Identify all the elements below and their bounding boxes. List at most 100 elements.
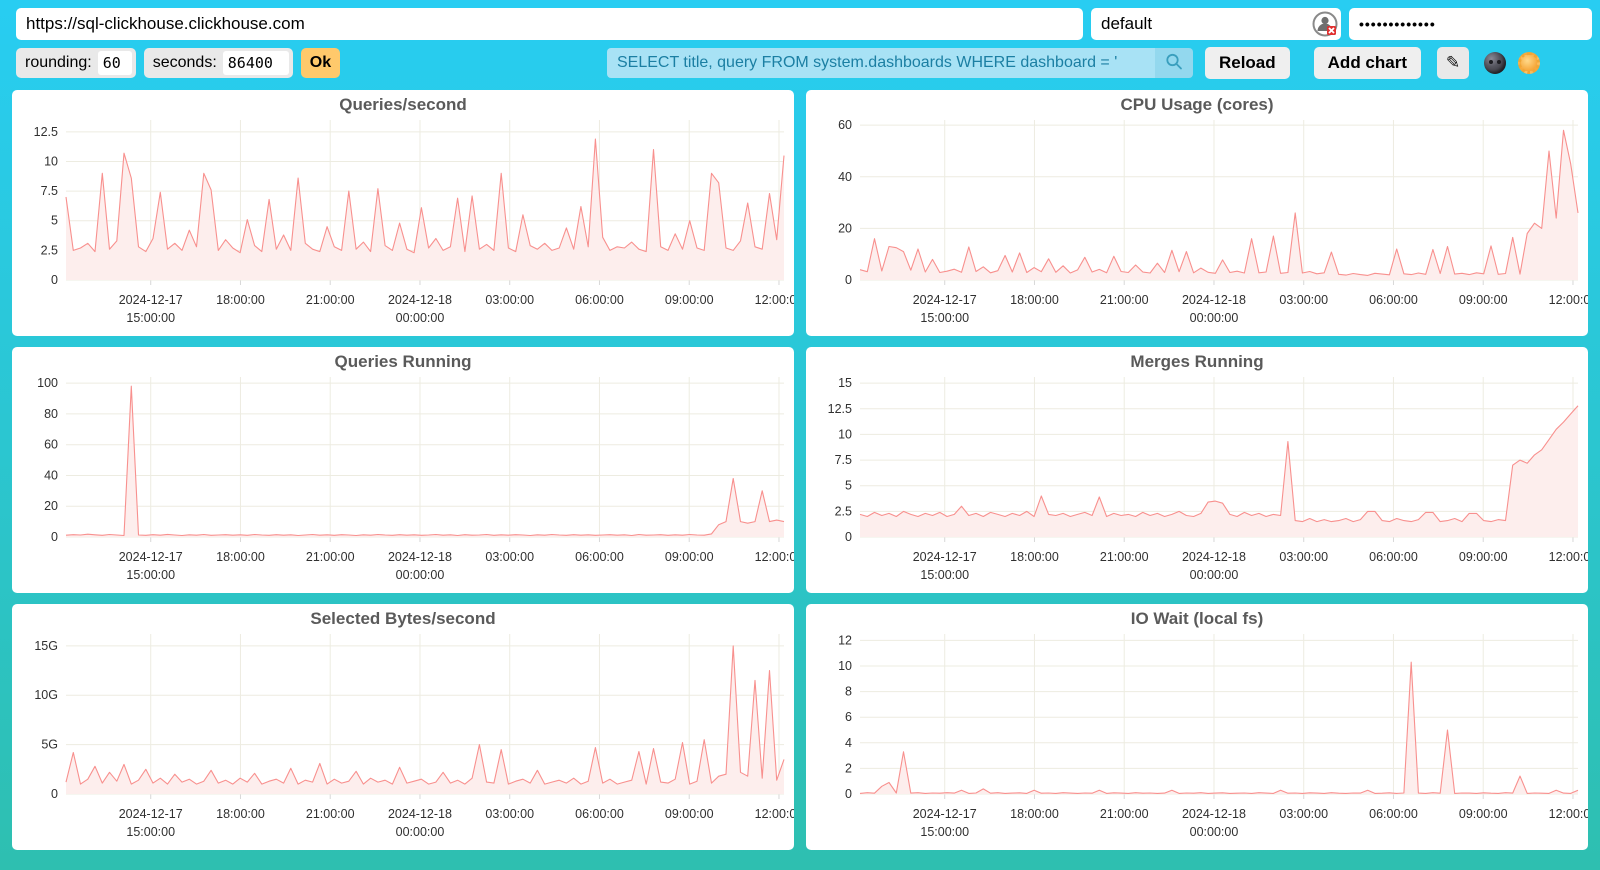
x-tick-label: 12:00:00 <box>755 807 794 821</box>
x-tick-label: 21:00:00 <box>1100 807 1149 821</box>
chart-card-io-wait: IO Wait (local fs) 2024-12-1715:00:0018:… <box>806 604 1588 850</box>
series-line <box>860 662 1578 793</box>
y-tick-label: 10 <box>838 427 852 441</box>
x-tick-label: 09:00:00 <box>665 807 714 821</box>
chart-card-merges-running: Merges Running 2024-12-17 15:00:00 18:00:0… <box>806 347 1588 593</box>
y-tick-label: 0 <box>845 787 852 801</box>
x-tick-label: 03:00:00 <box>485 550 534 564</box>
x-tick-label: 09:00:00 <box>1459 293 1508 307</box>
rounding-control: rounding: <box>16 48 136 78</box>
password-input[interactable] <box>1349 8 1592 40</box>
username-field-wrap <box>1091 8 1341 40</box>
x-tick-label: 15:00:00 <box>920 568 969 582</box>
x-tick-label: 03:00:00 <box>485 293 534 307</box>
seconds-input[interactable] <box>223 51 289 75</box>
chart-title: Merges Running <box>806 352 1588 372</box>
seconds-control: seconds: <box>144 48 293 78</box>
ok-button[interactable]: Ok <box>301 48 340 78</box>
x-tick-label: 2024-12-17 <box>119 550 183 564</box>
x-tick-label: 15:00:00 <box>126 825 175 839</box>
y-tick-label: 5G <box>41 738 58 752</box>
chart-card-queries-running: Queries Running 2024-12-1715:00:0018:00:… <box>12 347 794 593</box>
y-tick-label: 20 <box>44 499 58 513</box>
y-tick-label: 0 <box>845 273 852 287</box>
y-tick-label: 7.5 <box>41 184 58 198</box>
username-input[interactable] <box>1091 8 1341 40</box>
y-tick-label: 2.5 <box>41 243 58 257</box>
y-tick-label: 12.5 <box>34 125 58 139</box>
y-tick-label: 4 <box>845 736 852 750</box>
series-area <box>860 662 1578 794</box>
chart-grid <box>66 377 784 542</box>
x-tick-label: 2024-12-18 <box>388 550 452 564</box>
y-tick-label: 5 <box>845 479 852 493</box>
y-tick-label: 6 <box>845 710 852 724</box>
x-tick-label: 15:00:00 <box>920 311 969 325</box>
x-tick-label: 21:00:00 <box>1100 293 1149 307</box>
reload-button[interactable]: Reload <box>1205 47 1290 79</box>
x-tick-label: 15:00:00 <box>920 825 969 839</box>
y-tick-label: 12.5 <box>828 402 852 416</box>
add-chart-button[interactable]: Add chart <box>1314 47 1421 79</box>
y-tick-label: 0 <box>51 787 58 801</box>
chart-title: Queries/second <box>12 95 794 115</box>
x-tick-label: 2024-12-17 <box>119 807 183 821</box>
x-tick-label: 18:00:00 <box>216 293 265 307</box>
series-area <box>66 386 784 537</box>
x-tick-label: 03:00:00 <box>1279 550 1328 564</box>
x-tick-label: 21:00:00 <box>306 550 355 564</box>
x-tick-label: 2024-12-18 <box>1182 550 1246 564</box>
chart-card-selected-bytes: Selected Bytes/second 2024-12-1715:00:00… <box>12 604 794 850</box>
toolbar: rounding: seconds: Ok Reload Add chart ✎ <box>0 47 1600 79</box>
x-tick-label: 00:00:00 <box>396 311 445 325</box>
y-tick-label: 20 <box>838 221 852 235</box>
chart-canvas: 2024-12-17 15:00:00 18:00:00 21:00:00 2024-1… <box>806 604 1588 850</box>
dashboard-query-input[interactable] <box>607 48 1155 78</box>
chart-card-cpu-usage: CPU Usage (cores) 2024-12-1715:00:0018:0… <box>806 90 1588 336</box>
chart-title: Queries Running <box>12 352 794 372</box>
server-url-input[interactable] <box>16 8 1083 40</box>
x-tick-label: 09:00:00 <box>1459 807 1508 821</box>
x-tick-label: 18:00:00 <box>1010 293 1059 307</box>
x-tick-label: 03:00:00 <box>1279 807 1328 821</box>
x-tick-label: 2024-12-17 <box>119 293 183 307</box>
x-tick-label: 2024-12-18 <box>388 807 452 821</box>
moon-icon[interactable] <box>1484 52 1506 74</box>
x-tick-label: 00:00:00 <box>396 568 445 582</box>
y-tick-label: 15 <box>838 376 852 390</box>
x-tick-label: 15:00:00 <box>126 311 175 325</box>
x-tick-label: 18:00:00 <box>216 550 265 564</box>
x-tick-label: 00:00:00 <box>1190 568 1239 582</box>
y-tick-label: 7.5 <box>835 453 852 467</box>
x-tick-label: 09:00:00 <box>1459 550 1508 564</box>
clickhouse-dashboard-page: rounding: seconds: Ok Reload Add chart ✎ <box>0 0 1600 866</box>
x-tick-label: 18:00:00 <box>1010 807 1059 821</box>
x-tick-label: 2024-12-17 <box>913 550 977 564</box>
run-query-button[interactable] <box>1155 48 1193 78</box>
sun-icon[interactable] <box>1518 52 1540 74</box>
search-icon <box>1164 52 1184 75</box>
edit-mode-button[interactable]: ✎ <box>1437 47 1469 79</box>
x-tick-label: 06:00:00 <box>575 293 624 307</box>
chart-canvas: 2024-12-1715:00:0018:00:0021:00:002024-1… <box>12 347 794 593</box>
rounding-input[interactable] <box>98 51 132 75</box>
x-tick-label: 2024-12-17 <box>913 807 977 821</box>
x-tick-label: 21:00:00 <box>1100 550 1149 564</box>
x-tick-label: 18:00:00 <box>1010 550 1059 564</box>
x-tick-label: 2024-12-18 <box>1182 807 1246 821</box>
user-status-icon <box>1312 11 1338 37</box>
y-tick-label: 10G <box>34 688 58 702</box>
y-tick-label: 15G <box>34 639 58 653</box>
y-tick-label: 10 <box>838 659 852 673</box>
series-area <box>66 139 784 280</box>
y-tick-label: 40 <box>44 468 58 482</box>
series-area <box>860 130 1578 280</box>
y-tick-label: 40 <box>838 170 852 184</box>
series-area <box>860 406 1578 537</box>
y-tick-label: 8 <box>845 685 852 699</box>
x-tick-label: 18:00:00 <box>216 807 265 821</box>
y-tick-label: 60 <box>838 118 852 132</box>
x-tick-label: 12:00:00 <box>755 293 794 307</box>
x-tick-label: 00:00:00 <box>1190 311 1239 325</box>
x-tick-label: 03:00:00 <box>1279 293 1328 307</box>
